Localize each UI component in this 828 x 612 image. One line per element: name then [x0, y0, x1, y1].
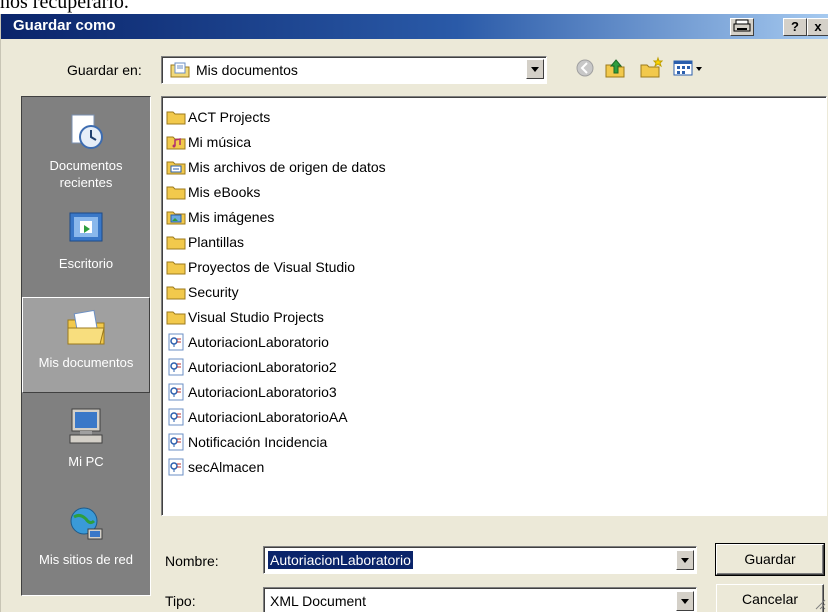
- title-bar[interactable]: Guardar como ? x: [1, 14, 828, 39]
- up-folder-icon[interactable]: [603, 56, 627, 80]
- list-item[interactable]: Visual Studio Projects: [166, 304, 324, 329]
- chevron-down-icon[interactable]: [676, 550, 694, 570]
- filetype-select[interactable]: XML Document: [263, 587, 697, 612]
- list-item[interactable]: Mis eBooks: [166, 179, 260, 204]
- place-my-computer[interactable]: Mi PC: [22, 397, 150, 493]
- list-item[interactable]: Proyectos de Visual Studio: [166, 254, 355, 279]
- list-item[interactable]: Security: [166, 279, 239, 304]
- filename-input[interactable]: AutoriacionLaboratorio: [263, 546, 697, 574]
- pictures-folder-icon: [166, 211, 186, 224]
- music-folder-icon: [166, 136, 186, 149]
- filename-value: AutoriacionLaboratorio: [268, 551, 413, 569]
- network-places-icon: [70, 507, 103, 540]
- filename-label: Nombre:: [165, 553, 219, 569]
- lookin-label: Guardar en:: [67, 62, 142, 78]
- list-item[interactable]: AutoriacionLaboratorio2: [166, 354, 337, 379]
- xml-file-icon: [168, 458, 184, 475]
- chevron-down-icon[interactable]: [676, 591, 694, 611]
- folder-icon: [166, 186, 186, 199]
- folder-icon: [166, 286, 186, 299]
- places-bar: Documentos recientes Escritorio Mis docu…: [21, 96, 151, 596]
- place-network[interactable]: Mis sitios de red: [22, 495, 150, 591]
- back-icon[interactable]: [573, 56, 597, 80]
- save-button[interactable]: Guardar: [715, 543, 825, 576]
- filetype-value: XML Document: [270, 593, 366, 609]
- place-my-documents[interactable]: Mis documentos: [22, 297, 150, 393]
- cancel-button[interactable]: Cancelar: [716, 584, 824, 612]
- chevron-down-icon[interactable]: [526, 59, 544, 79]
- list-item[interactable]: Notificación Incidencia: [166, 429, 327, 454]
- xml-file-icon: [168, 433, 184, 450]
- list-item[interactable]: Mi música: [166, 129, 251, 154]
- list-item[interactable]: Plantillas: [166, 229, 244, 254]
- xml-file-icon: [168, 333, 184, 350]
- save-as-dialog: Guardar como ? x Guardar en: Mis documen…: [0, 14, 828, 612]
- file-list[interactable]: ACT Projects Mi música Mis archivos de o…: [161, 96, 827, 516]
- list-item[interactable]: Mis archivos de origen de datos: [166, 154, 386, 179]
- lookin-value: Mis documentos: [196, 62, 298, 78]
- folder-icon: [166, 261, 186, 274]
- my-documents-icon: [67, 309, 105, 345]
- xml-file-icon: [168, 383, 184, 400]
- my-computer-icon: [69, 408, 103, 444]
- list-item[interactable]: AutoriacionLaboratorioAA: [166, 404, 348, 429]
- views-menu-icon[interactable]: [671, 56, 707, 80]
- recent-documents-icon: [71, 114, 103, 149]
- list-item[interactable]: Mis imágenes: [166, 204, 274, 229]
- my-documents-icon: [170, 62, 190, 78]
- lookin-dropdown[interactable]: Mis documentos: [161, 56, 547, 84]
- window-title: Guardar como: [13, 17, 116, 34]
- list-item[interactable]: ACT Projects: [166, 104, 270, 129]
- list-item[interactable]: AutoriacionLaboratorio: [166, 329, 329, 354]
- list-item[interactable]: secAlmacen: [166, 454, 264, 479]
- resize-grip-icon[interactable]: [814, 598, 826, 610]
- close-button[interactable]: x: [807, 18, 828, 36]
- xml-file-icon: [168, 408, 184, 425]
- page-text-fragment: nos recuperarlo.: [0, 0, 129, 13]
- place-recent-documents[interactable]: Documentos recientes: [22, 101, 150, 197]
- xml-file-icon: [168, 358, 184, 375]
- folder-icon: [166, 311, 186, 324]
- folder-icon: [166, 111, 186, 124]
- data-sources-folder-icon: [166, 161, 186, 174]
- place-desktop[interactable]: Escritorio: [22, 199, 150, 295]
- filetype-label: Tipo:: [165, 593, 196, 609]
- desktop-icon: [69, 212, 103, 242]
- help-button[interactable]: ?: [783, 18, 807, 36]
- folder-icon: [166, 236, 186, 249]
- print-icon[interactable]: [730, 18, 754, 36]
- new-folder-icon[interactable]: [639, 56, 664, 80]
- list-item[interactable]: AutoriacionLaboratorio3: [166, 379, 337, 404]
